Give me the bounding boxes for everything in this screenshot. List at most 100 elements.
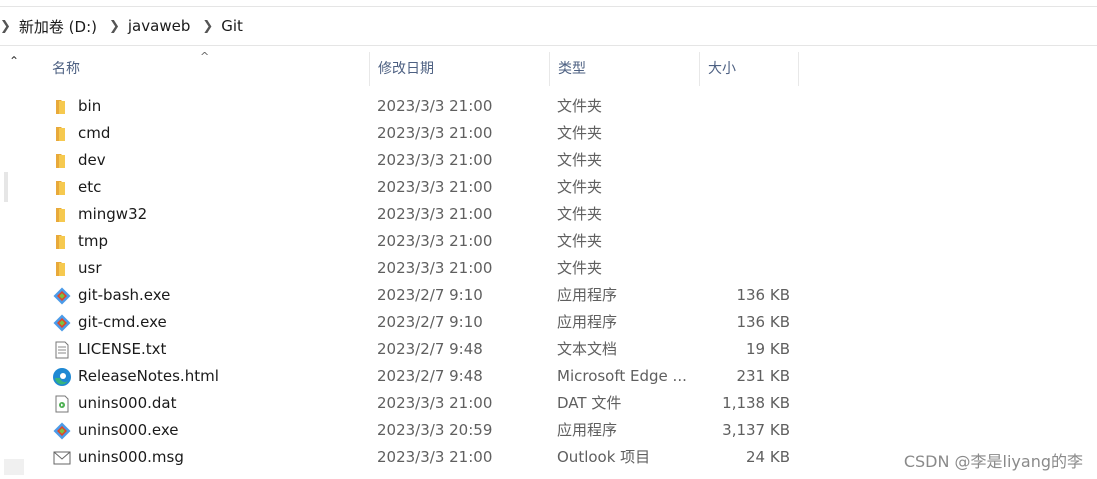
file-list: bin 2023/3/3 21:00 文件夹 cmd 2023/3/3 21:00 文件夹…	[40, 93, 800, 471]
file-row[interactable]: unins000.dat 2023/3/3 21:00 DAT 文件 1,138 KB	[40, 390, 800, 417]
breadcrumb-item-javaweb[interactable]: javaweb	[128, 17, 190, 35]
file-name[interactable]: unins000.msg	[78, 444, 368, 471]
file-modified-date: 2023/3/3 21:00	[377, 232, 493, 250]
folder-icon	[52, 178, 72, 198]
file-modified-date: 2023/3/3 21:00	[377, 448, 493, 466]
file-explorer-window: ❯ 新加卷 (D:) ❯ javaweb ❯ Git ⌃ ^ 名称 修改日期 类…	[0, 0, 1097, 479]
file-type: DAT 文件	[557, 394, 622, 412]
scrollbar-bottom[interactable]	[4, 459, 24, 475]
file-type: 应用程序	[557, 421, 618, 439]
file-row[interactable]: cmd 2023/3/3 21:00 文件夹	[40, 120, 800, 147]
file-size	[700, 228, 790, 255]
file-type: 文件夹	[557, 97, 603, 115]
file-modified-date: 2023/3/3 21:00	[377, 259, 493, 277]
file-name[interactable]: git-cmd.exe	[78, 309, 368, 336]
column-header-type[interactable]: 类型	[549, 52, 699, 86]
file-size	[700, 174, 790, 201]
git-icon	[52, 421, 72, 441]
edge-icon	[52, 367, 72, 387]
file-modified-date: 2023/2/7 9:48	[377, 340, 483, 358]
scroll-up-icon[interactable]: ⌃	[9, 54, 19, 68]
column-header-row: ^ 名称 修改日期 类型 大小	[40, 50, 800, 86]
folder-icon	[52, 151, 72, 171]
file-type: 文件夹	[557, 259, 603, 277]
file-modified-date: 2023/3/3 21:00	[377, 151, 493, 169]
file-row[interactable]: unins000.msg 2023/3/3 21:00 Outlook 项目 24 K…	[40, 444, 800, 471]
file-type: 文件夹	[557, 151, 603, 169]
file-name[interactable]: tmp	[78, 228, 368, 255]
file-type: 文件夹	[557, 232, 603, 250]
file-type: 文件夹	[557, 178, 603, 196]
file-type: 文本文档	[557, 340, 618, 358]
mail-icon	[52, 448, 72, 468]
chevron-right-icon[interactable]: ❯	[109, 19, 120, 34]
file-size	[700, 93, 790, 120]
file-modified-date: 2023/3/3 21:00	[377, 97, 493, 115]
file-name[interactable]: mingw32	[78, 201, 368, 228]
file-type: 应用程序	[557, 286, 618, 304]
folder-icon	[52, 97, 72, 117]
column-header-name[interactable]: 名称	[44, 52, 370, 86]
file-modified-date: 2023/3/3 21:00	[377, 124, 493, 142]
file-size: 19 KB	[746, 340, 790, 358]
file-type: 文件夹	[557, 124, 603, 142]
git-icon	[52, 313, 72, 333]
file-name[interactable]: git-bash.exe	[78, 282, 368, 309]
file-name[interactable]: unins000.dat	[78, 390, 368, 417]
chevron-right-icon[interactable]: ❯	[202, 19, 213, 34]
file-modified-date: 2023/2/7 9:48	[377, 367, 483, 385]
file-row[interactable]: LICENSE.txt 2023/2/7 9:48 文本文档 19 KB	[40, 336, 800, 363]
column-header-modified[interactable]: 修改日期	[369, 52, 549, 86]
file-modified-date: 2023/3/3 21:00	[377, 178, 493, 196]
file-size: 3,137 KB	[722, 421, 790, 439]
file-type: 应用程序	[557, 313, 618, 331]
file-type: Microsoft Edge ...	[557, 367, 687, 385]
navigation-pane-scrollbar[interactable]	[0, 46, 28, 479]
file-row[interactable]: tmp 2023/3/3 21:00 文件夹	[40, 228, 800, 255]
file-row[interactable]: etc 2023/3/3 21:00 文件夹	[40, 174, 800, 201]
chevron-right-icon[interactable]: ❯	[0, 19, 11, 34]
scrollbar-thumb[interactable]	[4, 172, 8, 202]
dat-file-icon	[52, 394, 72, 414]
text-file-icon	[52, 340, 72, 360]
file-row[interactable]: git-bash.exe 2023/2/7 9:10 应用程序 136 KB	[40, 282, 800, 309]
file-name[interactable]: dev	[78, 147, 368, 174]
file-modified-date: 2023/3/3 20:59	[377, 421, 493, 439]
file-name[interactable]: bin	[78, 93, 368, 120]
file-name[interactable]: usr	[78, 255, 368, 282]
folder-icon	[52, 124, 72, 144]
file-modified-date: 2023/3/3 21:00	[377, 205, 493, 223]
folder-icon	[52, 259, 72, 279]
file-row[interactable]: git-cmd.exe 2023/2/7 9:10 应用程序 136 KB	[40, 309, 800, 336]
file-row[interactable]: bin 2023/3/3 21:00 文件夹	[40, 93, 800, 120]
file-type: Outlook 项目	[557, 448, 651, 466]
file-size	[700, 201, 790, 228]
file-name[interactable]: ReleaseNotes.html	[78, 363, 368, 390]
file-size	[700, 147, 790, 174]
file-name[interactable]: etc	[78, 174, 368, 201]
file-name[interactable]: LICENSE.txt	[78, 336, 368, 363]
file-modified-date: 2023/2/7 9:10	[377, 313, 483, 331]
file-size: 231 KB	[736, 367, 790, 385]
file-size: 136 KB	[736, 313, 790, 331]
file-name[interactable]: cmd	[78, 120, 368, 147]
file-row[interactable]: unins000.exe 2023/3/3 20:59 应用程序 3,137 KB	[40, 417, 800, 444]
file-type: 文件夹	[557, 205, 603, 223]
file-size: 136 KB	[736, 286, 790, 304]
file-row[interactable]: ReleaseNotes.html 2023/2/7 9:48 Microsoft …	[40, 363, 800, 390]
file-modified-date: 2023/2/7 9:10	[377, 286, 483, 304]
file-size	[700, 255, 790, 282]
file-row[interactable]: dev 2023/3/3 21:00 文件夹	[40, 147, 800, 174]
breadcrumb-item-drive[interactable]: 新加卷 (D:)	[19, 16, 97, 37]
file-size	[700, 120, 790, 147]
file-modified-date: 2023/3/3 21:00	[377, 394, 493, 412]
file-size: 24 KB	[746, 448, 790, 466]
file-size: 1,138 KB	[722, 394, 790, 412]
column-header-size[interactable]: 大小	[699, 52, 799, 86]
breadcrumb-item-git[interactable]: Git	[221, 17, 243, 35]
address-bar[interactable]: ❯ 新加卷 (D:) ❯ javaweb ❯ Git	[0, 6, 1097, 46]
folder-icon	[52, 232, 72, 252]
file-name[interactable]: unins000.exe	[78, 417, 368, 444]
file-row[interactable]: usr 2023/3/3 21:00 文件夹	[40, 255, 800, 282]
file-row[interactable]: mingw32 2023/3/3 21:00 文件夹	[40, 201, 800, 228]
